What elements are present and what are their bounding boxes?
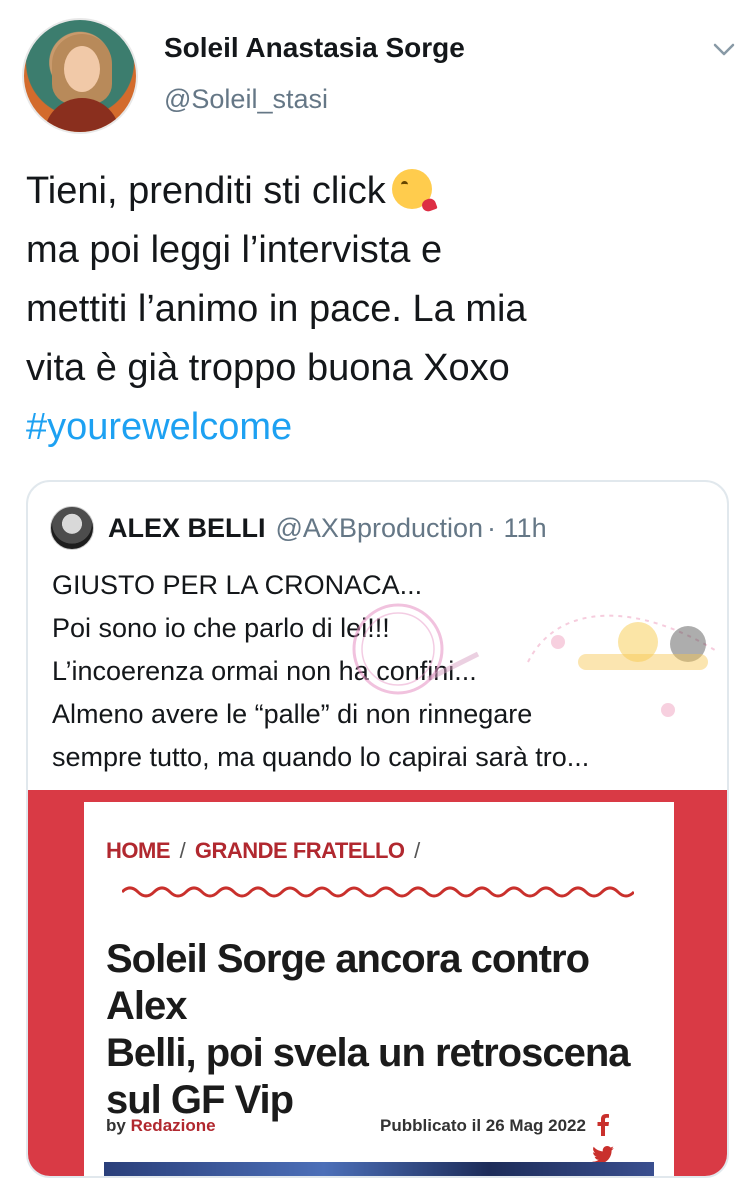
breadcrumb: HOME / GRANDE FRATELLO / [106,838,424,864]
chevron-down-icon[interactable] [711,36,737,62]
article-card: HOME / GRANDE FRATELLO / Soleil Sorge an… [84,802,674,1176]
quoted-author-name[interactable]: ALEX BELLI [108,513,266,544]
breadcrumb-section[interactable]: GRANDE FRATELLO [195,838,405,863]
tweet-header: Soleil Anastasia Sorge @Soleil_stasi [22,18,737,136]
article-preview[interactable]: HOME / GRANDE FRATELLO / Soleil Sorge an… [28,790,727,1176]
author-handle[interactable]: @Soleil_stasi [164,84,328,115]
breadcrumb-separator: / [414,838,420,863]
tweet-line: ma poi leggi l’intervista e [26,229,443,271]
wavy-divider [122,886,634,898]
tweet-text: Tieni, prenditi sti click ma poi leggi l… [26,162,726,457]
breadcrumb-separator: / [179,838,186,863]
breadcrumb-home[interactable]: HOME [106,838,171,863]
article-byline: by Redazione [106,1116,216,1136]
quoted-line: GIUSTO PER LA CRONACA... [52,570,423,600]
hashtag-link[interactable]: #yourewelcome [26,398,726,457]
byline-prefix: by [106,1116,126,1135]
author-name[interactable]: Soleil Anastasia Sorge [164,32,465,64]
kissing-face-heart-icon [391,169,432,209]
quoted-timestamp[interactable]: · 11h [487,513,547,544]
article-published-date: Pubblicato il 26 Mag 2022 [380,1116,586,1135]
author-avatar[interactable] [22,18,138,134]
quoted-author-avatar[interactable] [50,506,94,550]
quoted-tweet-text: GIUSTO PER LA CRONACA... Poi sono io che… [52,564,712,779]
facebook-icon[interactable] [596,1114,610,1136]
quoted-tweet-header: ALEX BELLI @AXBproduction · 11h [50,506,547,550]
tweet-line: mettiti l’animo in pace. La mia [26,288,527,330]
article-image-strip [104,1162,654,1176]
article-headline[interactable]: Soleil Sorge ancora contro Alex Belli, p… [106,936,666,1124]
quoted-tweet-card[interactable]: ALEX BELLI @AXBproduction · 11h GIUSTO P… [26,480,729,1178]
quoted-author-handle[interactable]: @AXBproduction [276,513,484,544]
tweet-line: Tieni, prenditi sti click [26,170,386,212]
tweet-line: vita è già troppo buona Xoxo [26,347,510,389]
headline-line: Soleil Sorge ancora contro Alex [106,937,590,1028]
quoted-line: Poi sono io che parlo di lei!!! [52,613,390,643]
headline-line: Belli, poi svela un retroscena [106,1031,631,1075]
quoted-line: Almeno avere le “palle” di non rinnegare [52,699,533,729]
quoted-line: sempre tutto, ma quando lo capirai sarà … [52,742,590,772]
quoted-line: L’incoerenza ormai non ha confini... [52,656,477,686]
byline-author[interactable]: Redazione [131,1116,216,1135]
